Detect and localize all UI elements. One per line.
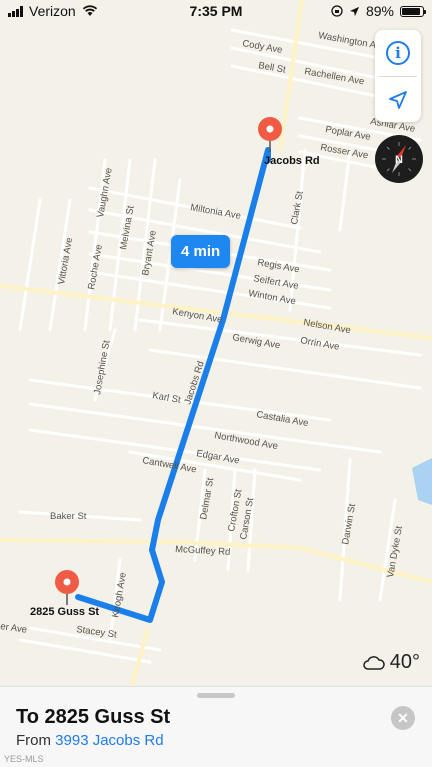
battery-level-fill <box>402 7 420 15</box>
battery-percent: 89% <box>365 3 394 19</box>
compass-button[interactable]: N <box>375 135 423 183</box>
eta-bubble[interactable]: 4 min <box>171 235 231 268</box>
watermark: YES-MLS <box>4 754 44 764</box>
destination-pin-label: 2825 Guss St <box>30 606 99 618</box>
carrier-name: Verizon <box>29 3 76 19</box>
map-controls: i <box>375 30 421 122</box>
status-bar: Verizon 7:35 PM 89% <box>0 0 432 22</box>
location-arrow-icon <box>349 6 360 16</box>
wifi-icon <box>82 5 97 16</box>
map-view[interactable]: Jacobs Rd 2825 Guss St Washington Ave Co… <box>0 0 432 686</box>
info-button[interactable]: i <box>375 30 421 76</box>
close-button[interactable]: ✕ <box>391 706 415 730</box>
signal-bars-icon <box>8 5 23 17</box>
temperature: 40° <box>389 651 420 673</box>
directions-card[interactable]: To 2825 Guss St From 3993 Jacobs Rd ✕ <box>0 686 432 767</box>
destination-title: To 2825 Guss St <box>16 706 171 728</box>
street-label-baker: Baker St <box>50 511 87 522</box>
info-icon: i <box>386 41 410 65</box>
battery-icon <box>400 5 426 17</box>
compass-icon: N <box>382 142 416 176</box>
compass-heading: N <box>395 154 403 166</box>
from-line: From 3993 Jacobs Rd <box>16 732 164 749</box>
location-arrow-icon <box>389 91 407 109</box>
weather-indicator: 40° <box>362 651 420 674</box>
card-grabber[interactable] <box>197 693 235 698</box>
from-prefix: From <box>16 732 51 749</box>
cloud-icon <box>363 655 385 670</box>
from-address-link[interactable]: 3993 Jacobs Rd <box>55 732 163 749</box>
origin-pin-label: Jacobs Rd <box>264 155 320 167</box>
track-location-button[interactable] <box>375 77 421 122</box>
lock-rotation-icon <box>331 5 343 17</box>
close-icon: ✕ <box>397 709 409 726</box>
map-canvas[interactable]: Jacobs Rd 2825 Guss St Washington Ave Co… <box>0 0 432 686</box>
